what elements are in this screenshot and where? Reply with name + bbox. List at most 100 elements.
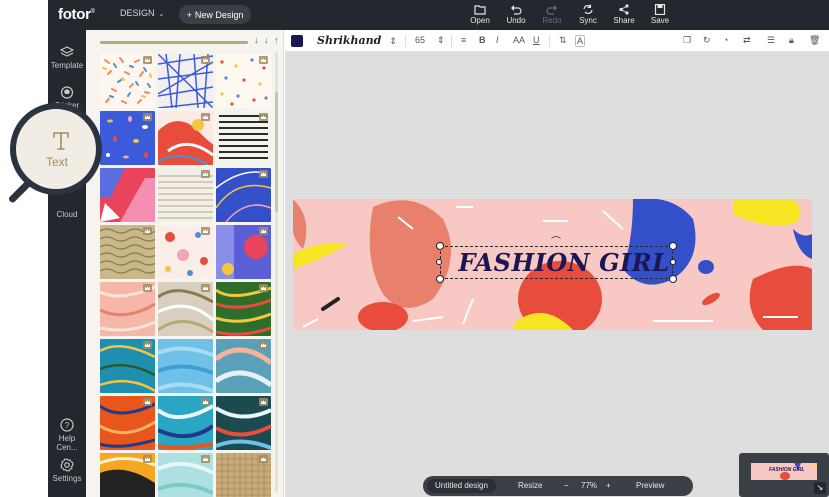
pattern-thumb[interactable] <box>216 111 271 165</box>
rotate-handle-icon[interactable]: ⌒ <box>551 233 561 248</box>
left-margin <box>0 0 48 497</box>
pattern-thumb[interactable] <box>100 453 155 497</box>
layers-order-icon[interactable]: ☰ <box>767 35 775 46</box>
new-design-label: New Design <box>194 9 244 20</box>
pattern-thumb[interactable] <box>158 111 213 165</box>
font-size-input[interactable]: 65 <box>415 35 425 45</box>
pattern-thumb[interactable] <box>158 339 213 393</box>
sync-button[interactable]: Sync <box>572 4 604 25</box>
pattern-thumb[interactable] <box>216 453 271 497</box>
panel-slider[interactable] <box>100 41 248 44</box>
save-button[interactable]: Save <box>644 4 676 25</box>
pattern-thumb[interactable] <box>158 168 213 222</box>
pattern-thumb[interactable] <box>216 396 271 450</box>
resize-handle-right[interactable] <box>670 259 676 265</box>
pattern-thumb[interactable] <box>216 168 271 222</box>
layers-icon <box>60 46 74 57</box>
divider <box>405 35 406 47</box>
pattern-thumb[interactable] <box>100 225 155 279</box>
new-design-button[interactable]: + New Design <box>179 5 251 24</box>
line-spacing-icon[interactable]: ⇅ <box>559 35 567 46</box>
open-button[interactable]: Open <box>464 4 496 25</box>
resize-handle-top-left[interactable] <box>436 242 444 250</box>
minimap-collapse-icon[interactable]: ↘ <box>814 482 826 494</box>
resize-button[interactable]: Resize <box>518 481 542 490</box>
resize-handle-top-right[interactable] <box>669 242 677 250</box>
sync-label: Sync <box>579 16 597 25</box>
premium-crown-icon <box>201 170 210 178</box>
design-menu[interactable]: DESIGN ⌄ <box>120 8 164 18</box>
panel-header: ↓ ↓ ↑ <box>100 35 279 48</box>
preview-button[interactable]: Preview <box>636 481 664 490</box>
redo-icon <box>546 5 557 15</box>
pattern-thumb[interactable] <box>100 339 155 393</box>
shadow-icon[interactable]: ◔ <box>723 35 728 45</box>
zoom-in-button[interactable]: + <box>606 481 611 490</box>
pattern-thumb[interactable] <box>158 282 213 336</box>
font-family-label: Shrikhand <box>317 34 382 47</box>
zoom-out-button[interactable]: − <box>564 481 569 490</box>
logo-text: fotor <box>58 6 91 23</box>
panel-scrollbar[interactable] <box>275 52 278 492</box>
premium-crown-icon <box>259 341 268 349</box>
underline-icon[interactable]: U <box>533 35 540 45</box>
sort-down-icon[interactable]: ↓ <box>254 35 259 45</box>
resize-handle-left[interactable] <box>436 259 442 265</box>
pattern-thumb[interactable] <box>216 225 271 279</box>
font-size-stepper-icon[interactable]: ⇕ <box>437 35 445 46</box>
sync-icon <box>583 4 593 14</box>
pattern-thumb[interactable] <box>100 168 155 222</box>
bold-icon[interactable]: B <box>479 35 486 45</box>
pattern-thumb[interactable] <box>216 339 271 393</box>
rail-item-sticker[interactable]: Sticker <box>48 86 86 110</box>
undo-button[interactable]: Undo <box>500 4 532 25</box>
pattern-thumb[interactable] <box>100 282 155 336</box>
panel-scrollbar-thumb[interactable] <box>275 92 278 212</box>
font-family-select[interactable]: Shrikhand ⇕ <box>317 34 397 47</box>
sort-up-icon[interactable]: ↑ <box>274 35 279 45</box>
pattern-thumb[interactable] <box>100 54 155 108</box>
rail-item-help[interactable]: ? Help Cen... <box>48 418 86 452</box>
premium-crown-icon <box>143 455 152 463</box>
undo-label: Undo <box>506 16 526 25</box>
share-button[interactable]: Share <box>608 4 640 25</box>
duplicate-icon[interactable]: ❐ <box>683 35 691 46</box>
delete-icon[interactable]: 🗑︎ <box>809 35 820 46</box>
rail-item-cloud[interactable]: Cloud <box>48 210 86 219</box>
redo-button[interactable]: Redo <box>536 4 568 25</box>
pattern-thumb[interactable] <box>100 396 155 450</box>
headline-text[interactable]: FASHION GIRL <box>451 248 677 277</box>
resize-label: Resize <box>518 481 543 490</box>
sort-down-alt-icon[interactable]: ↓ <box>264 35 269 45</box>
pattern-thumb[interactable] <box>216 54 271 108</box>
rotate-icon[interactable]: ↻ <box>703 35 711 46</box>
uppercase-icon[interactable]: AA <box>513 35 525 45</box>
resize-handle-bottom-left[interactable] <box>436 275 444 283</box>
italic-icon[interactable]: I <box>496 35 499 45</box>
text-icon <box>62 143 72 154</box>
flip-icon[interactable]: ⇄ <box>743 35 751 46</box>
rail-item-settings[interactable]: Settings <box>48 458 86 483</box>
open-label: Open <box>470 16 490 25</box>
pattern-thumb[interactable] <box>158 453 213 497</box>
resize-handle-bottom-right[interactable] <box>669 275 677 283</box>
logo[interactable]: fotor® <box>58 6 95 23</box>
left-rail: Template Sticker Text Cloud ? Help Cen..… <box>48 30 86 497</box>
pattern-thumb[interactable] <box>100 111 155 165</box>
design-name-button[interactable]: Untitled design <box>427 479 496 493</box>
premium-crown-icon <box>201 56 210 64</box>
format-toolbar: Shrikhand ⇕ 65 ⇕ ≡ B I AA U ⇅ A ❐ ↻ ◔ ⇄ ☰… <box>285 30 829 52</box>
text-color-swatch[interactable] <box>291 35 303 47</box>
minimap[interactable]: FASHION GIRL ↘ <box>739 453 829 497</box>
design-artboard[interactable]: FASHION GIRL ⌒ <box>293 199 812 330</box>
lock-icon[interactable]: 🔒︎ <box>789 35 794 46</box>
rail-item-text[interactable]: Text <box>48 142 86 166</box>
pattern-thumb[interactable] <box>158 54 213 108</box>
align-center-icon[interactable]: ≡ <box>461 35 466 45</box>
premium-crown-icon <box>201 227 210 235</box>
text-effect-icon[interactable]: A <box>575 35 586 47</box>
pattern-thumb[interactable] <box>216 282 271 336</box>
rail-item-template[interactable]: Template <box>48 46 86 70</box>
pattern-thumb[interactable] <box>158 225 213 279</box>
pattern-thumb[interactable] <box>158 396 213 450</box>
